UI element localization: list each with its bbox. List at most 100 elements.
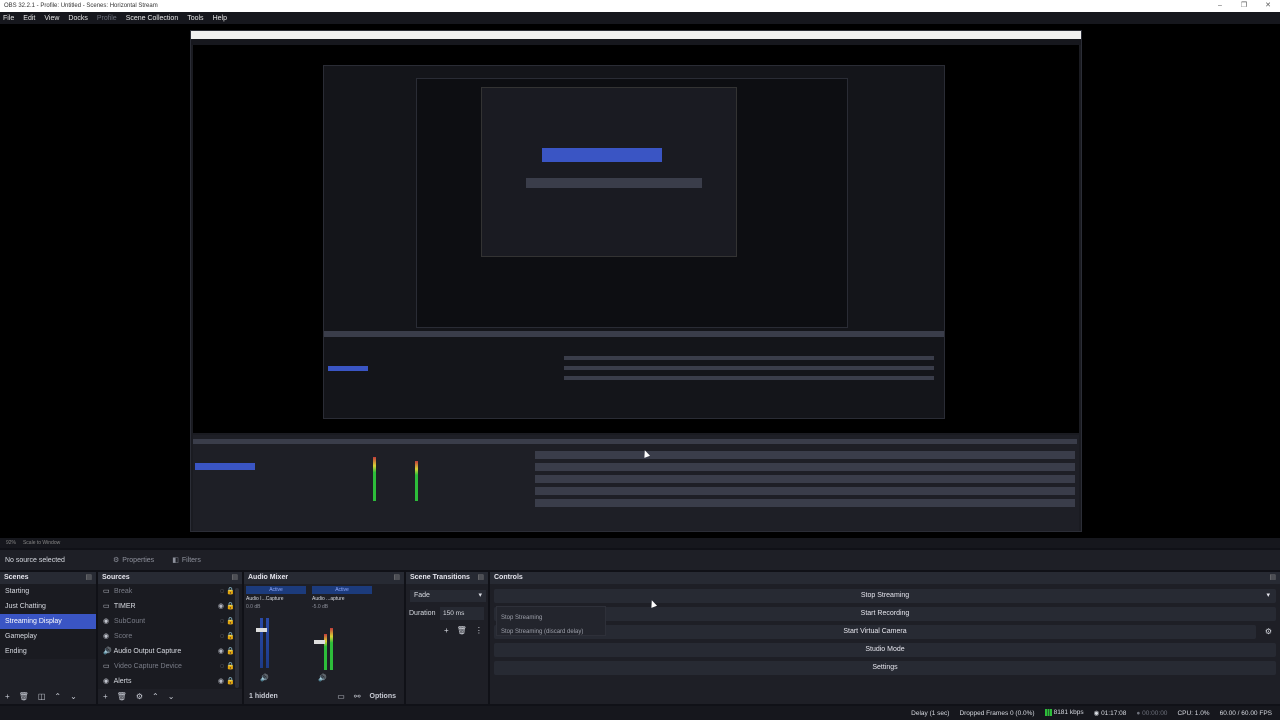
settings-button[interactable]: Settings [494, 661, 1276, 675]
add-icon[interactable]: + [444, 626, 449, 635]
source-item[interactable]: ▭ TIMER ◉ 🔒 [98, 599, 242, 614]
sources-scrollbar[interactable] [235, 588, 239, 688]
move-down-icon[interactable]: ⌄ [70, 692, 77, 701]
menu-edit[interactable]: Edit [23, 15, 35, 22]
dock-float-icon[interactable]: ▤ [393, 572, 400, 584]
maximize-button[interactable]: ❐ [1232, 0, 1256, 12]
menu-scene-collection[interactable]: Scene Collection [126, 15, 179, 22]
source-toolbar: No source selected ⚙ Properties ◧ Filters [0, 550, 1280, 570]
virtual-camera-settings-icon[interactable]: ⚙ [1265, 627, 1272, 636]
source-item[interactable]: ◉ Alerts ◉ 🔒 [98, 674, 242, 689]
start-recording-button[interactable]: Start Recording [494, 607, 1276, 621]
nested-inner-control [564, 356, 934, 360]
sources-title: Sources [102, 574, 130, 581]
move-up-icon[interactable]: ⌃ [54, 692, 61, 701]
start-virtual-camera-button[interactable]: Start Virtual Camera [494, 625, 1256, 639]
speaker-icon[interactable]: 🔊 [260, 674, 269, 682]
lock-icon[interactable]: 🔒 [226, 629, 235, 644]
dock-float-icon[interactable]: ▤ [85, 572, 92, 584]
fps-status: 60.00 / 60.00 FPS [1219, 709, 1272, 717]
remove-source-icon[interactable]: 🗑 [117, 692, 127, 701]
move-down-icon[interactable]: ⌄ [168, 692, 175, 701]
image-icon: ▭ [103, 603, 110, 610]
nested-deep-bar [542, 148, 662, 162]
filters-button[interactable]: ◧ Filters [172, 556, 201, 565]
speaker-icon[interactable]: 🔊 [318, 674, 327, 682]
menu-item-stop-streaming[interactable]: Stop Streaming [501, 611, 601, 625]
volume-fader[interactable] [314, 640, 325, 644]
add-source-icon[interactable]: + [103, 692, 108, 701]
eye-hidden-icon[interactable]: ◌ [220, 584, 224, 599]
scene-item-gameplay[interactable]: Gameplay [0, 629, 96, 644]
source-item[interactable]: ▭ Break ◌ 🔒 [98, 584, 242, 599]
stop-streaming-label: Stop Streaming [860, 592, 910, 599]
scenes-list: Starting Just Chatting Streaming Display… [0, 584, 96, 659]
menu-profile: Profile [96, 14, 117, 22]
source-item[interactable]: ▭ Video Capture Device ◌ 🔒 [98, 659, 242, 674]
scene-item-just-chatting[interactable]: Just Chatting [0, 599, 96, 614]
duration-input[interactable]: 150 ms [440, 607, 484, 620]
active-badge: Active [312, 586, 372, 594]
link-icon[interactable]: ⚯ [354, 692, 361, 701]
source-properties-icon[interactable]: ⚙ [136, 692, 143, 701]
lock-icon[interactable]: 🔒 [226, 614, 235, 629]
menu-tools[interactable]: Tools [187, 15, 203, 22]
menu-view[interactable]: View [44, 15, 59, 22]
scene-filters-icon[interactable]: ◫ [38, 692, 46, 701]
scene-item-starting[interactable]: Starting [0, 584, 96, 599]
move-up-icon[interactable]: ⌃ [152, 692, 159, 701]
close-button[interactable]: ✕ [1256, 0, 1280, 12]
zoom-value[interactable]: 92% [6, 540, 16, 546]
scene-item-ending[interactable]: Ending [0, 644, 96, 659]
dock-float-icon[interactable]: ▤ [477, 572, 484, 584]
menu-docks[interactable]: Docks [68, 15, 87, 22]
eye-icon[interactable]: ◉ [218, 599, 224, 614]
window-title: OBS 32.2.1 - Profile: Untitled - Scenes:… [4, 3, 158, 9]
source-item[interactable]: 🔊 Audio Output Capture ◉ 🔒 [98, 644, 242, 659]
controls-title: Controls [494, 574, 523, 581]
transition-select[interactable]: Fade ▾ [410, 590, 486, 602]
browser-icon: ◉ [103, 633, 110, 640]
minimize-button[interactable]: – [1208, 0, 1232, 12]
lock-icon[interactable]: 🔒 [226, 599, 235, 614]
nested-innermost-window [481, 87, 737, 257]
no-source-label: No source selected [5, 556, 65, 564]
eye-hidden-icon[interactable]: ◌ [220, 614, 224, 629]
properties-button[interactable]: ⚙ Properties [113, 556, 154, 565]
scenes-dock: Scenes ▤ Starting Just Chatting Streaming… [0, 572, 96, 704]
menu-item-stop-discard-delay[interactable]: Stop Streaming (discard delay) [501, 625, 601, 639]
studio-mode-button[interactable]: Studio Mode [494, 643, 1276, 657]
options-button[interactable]: Options [370, 693, 396, 700]
bitrate-status: 8181 kbps [1044, 709, 1084, 717]
add-scene-icon[interactable]: + [5, 692, 10, 701]
transition-type: Fade [414, 592, 430, 599]
menu-file[interactable]: File [3, 15, 14, 22]
remove-scene-icon[interactable]: 🗑 [19, 692, 29, 701]
eye-hidden-icon[interactable]: ◌ [220, 629, 224, 644]
eye-hidden-icon[interactable]: ◌ [220, 659, 224, 674]
scene-item-streaming-display[interactable]: Streaming Display [0, 614, 96, 629]
layout-icon[interactable]: ▭ [337, 692, 345, 701]
nested-titlebar [191, 31, 1081, 39]
source-item[interactable]: ◉ Score ◌ 🔒 [98, 629, 242, 644]
eye-icon[interactable]: ◉ [218, 644, 224, 659]
rec-time: 00:00:00 [1142, 709, 1168, 717]
lock-icon[interactable]: 🔒 [226, 584, 235, 599]
record-icon: ● [1136, 709, 1141, 717]
dock-float-icon[interactable]: ▤ [1269, 572, 1276, 584]
zoom-mode[interactable]: Scale to Window [23, 540, 60, 546]
menu-help[interactable]: Help [213, 15, 227, 22]
chevron-down-icon[interactable]: ▾ [1266, 589, 1270, 603]
trash-icon[interactable]: 🗑 [457, 626, 467, 635]
hidden-count[interactable]: 1 hidden [249, 693, 278, 700]
dock-float-icon[interactable]: ▤ [231, 572, 238, 584]
source-item[interactable]: ◉ SubCount ◌ 🔒 [98, 614, 242, 629]
more-icon[interactable]: ⋮ [475, 626, 483, 635]
eye-icon[interactable]: ◉ [218, 674, 224, 689]
lock-icon[interactable]: 🔒 [226, 674, 235, 689]
lock-icon[interactable]: 🔒 [226, 644, 235, 659]
stream-delay: Delay (1 sec) [911, 709, 950, 717]
stop-streaming-button[interactable]: Stop Streaming ▾ [494, 589, 1276, 603]
lock-icon[interactable]: 🔒 [226, 659, 235, 674]
volume-fader[interactable] [256, 628, 267, 632]
